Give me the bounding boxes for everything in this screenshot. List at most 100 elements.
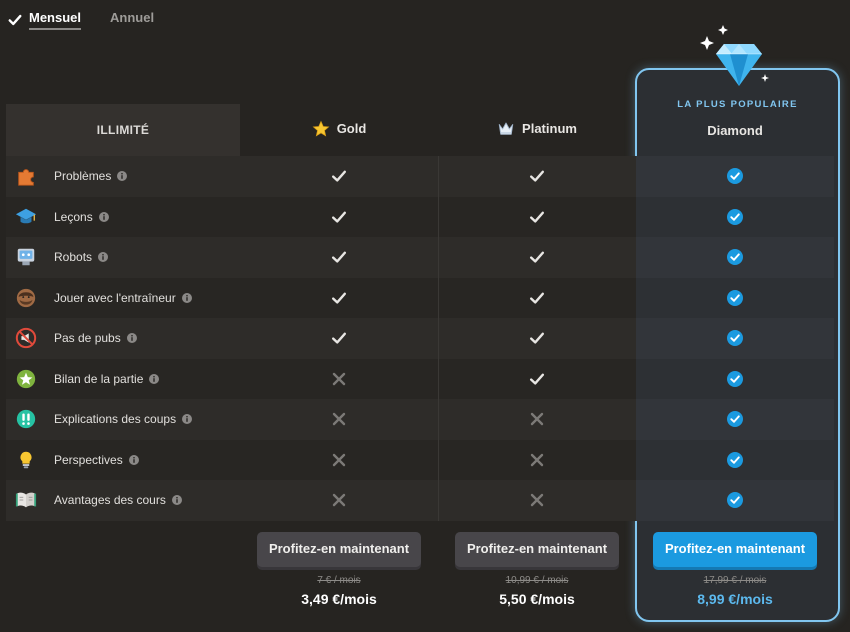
info-icon[interactable]	[181, 292, 192, 303]
price-row-spacer	[6, 521, 240, 607]
feature-row: Avantages des cours	[6, 480, 834, 521]
check-circle-icon	[727, 168, 743, 185]
info-icon[interactable]	[128, 454, 139, 465]
old-price-diamond: 17,99 € / mois	[703, 574, 767, 586]
info-icon[interactable]	[98, 211, 109, 222]
feature-row: Pas de pubs	[6, 318, 834, 359]
info-icon[interactable]	[117, 171, 128, 182]
buy-diamond-button[interactable]: Profitez-en maintenant	[653, 531, 817, 567]
check-circle-icon	[727, 492, 743, 509]
billing-toggle: Mensuel Annuel	[8, 10, 154, 30]
info-icon[interactable]	[149, 373, 160, 384]
book-icon	[15, 492, 37, 508]
table-header-label: ILLIMITÉ	[6, 104, 240, 156]
monthly-toggle[interactable]: Mensuel	[29, 10, 82, 30]
feature-diamond-cell	[636, 480, 834, 521]
check-icon	[530, 373, 545, 385]
check-circle-icon	[727, 249, 743, 266]
buy-gold-button[interactable]: Profitez-en maintenant	[257, 531, 421, 567]
diamond-gem-icon	[700, 25, 769, 86]
feature-row: Perspectives	[6, 439, 834, 480]
feature-row: Explications des coups	[6, 399, 834, 440]
double-exclamation-icon	[16, 410, 36, 429]
feature-gold-cell	[240, 480, 438, 521]
robot-icon	[17, 249, 35, 266]
feature-row: Bilan de la partie	[6, 358, 834, 399]
feature-row: Jouer avec l'entraîneur	[6, 277, 834, 318]
feature-diamond-cell	[636, 439, 834, 480]
feature-platinum-cell	[437, 318, 636, 359]
check-icon	[530, 170, 545, 182]
price-gold: 3,49 €/mois	[301, 590, 377, 607]
info-icon[interactable]	[171, 495, 182, 506]
feature-name: Avantages des cours	[54, 493, 166, 508]
plan-name-gold: Gold	[336, 121, 367, 136]
plan-header-gold: Gold	[240, 104, 438, 156]
plan-header-diamond: Diamond	[636, 104, 834, 156]
buy-platinum-button[interactable]: Profitez-en maintenant	[455, 531, 619, 567]
feature-cell: Robots	[6, 237, 240, 278]
info-icon[interactable]	[126, 333, 137, 344]
check-circle-icon	[727, 289, 743, 306]
feature-name: Problèmes	[54, 169, 112, 184]
feature-diamond-cell	[636, 156, 834, 197]
check-icon	[8, 14, 22, 26]
feature-gold-cell	[240, 156, 438, 197]
cross-icon	[531, 413, 544, 426]
check-icon	[331, 211, 346, 223]
cross-icon	[332, 372, 345, 385]
feature-platinum-cell	[437, 237, 636, 278]
cross-icon	[332, 453, 345, 466]
feature-name: Perspectives	[54, 452, 123, 467]
feature-gold-cell	[240, 277, 438, 318]
price-cell-diamond: Profitez-en maintenant 17,99 € / mois 8,…	[636, 521, 834, 607]
no-ads-icon	[15, 328, 37, 349]
price-cell-platinum: Profitez-en maintenant 10,99 € / mois 5,…	[438, 521, 636, 607]
info-icon[interactable]	[98, 252, 109, 263]
feature-gold-cell	[240, 237, 438, 278]
feature-cell: Avantages des cours	[6, 480, 240, 521]
puzzle-icon	[18, 169, 34, 186]
feature-cell: Leçons	[6, 196, 240, 237]
check-icon	[331, 251, 346, 263]
pricing-comparison-table: ILLIMITÉ Gold Platinum Diamond Problèmes…	[6, 104, 834, 607]
feature-platinum-cell	[437, 277, 636, 318]
feature-gold-cell	[240, 439, 438, 480]
feature-platinum-cell	[437, 156, 636, 197]
cross-icon	[531, 453, 544, 466]
price-diamond: 8,99 €/mois	[697, 590, 773, 607]
feature-cell: Explications des coups	[6, 399, 240, 440]
feature-diamond-cell	[636, 399, 834, 440]
feature-name: Explications des coups	[54, 412, 177, 427]
feature-platinum-cell	[437, 196, 636, 237]
cross-icon	[531, 494, 544, 507]
feature-diamond-cell	[636, 318, 834, 359]
feature-row: Leçons	[6, 196, 834, 237]
feature-gold-cell	[240, 196, 438, 237]
feature-platinum-cell	[437, 399, 636, 440]
price-platinum: 5,50 €/mois	[499, 590, 575, 607]
coach-icon	[16, 288, 36, 307]
feature-name: Pas de pubs	[54, 331, 121, 346]
feature-name: Bilan de la partie	[54, 371, 144, 386]
feature-cell: Bilan de la partie	[6, 358, 240, 399]
crown-icon	[498, 122, 514, 135]
check-circle-icon	[727, 370, 743, 387]
plan-name-platinum: Platinum	[522, 121, 577, 136]
feature-row: Problèmes	[6, 156, 834, 197]
feature-platinum-cell	[437, 439, 636, 480]
feature-name: Jouer avec l'entraîneur	[54, 290, 176, 305]
feature-gold-cell	[240, 358, 438, 399]
feature-gold-cell	[240, 318, 438, 359]
check-circle-icon	[727, 411, 743, 428]
cross-icon	[332, 413, 345, 426]
check-circle-icon	[727, 451, 743, 468]
annual-toggle[interactable]: Annuel	[110, 10, 154, 30]
check-icon	[530, 332, 545, 344]
check-circle-icon	[727, 330, 743, 347]
game-review-star-icon	[16, 369, 36, 388]
feature-name: Leçons	[54, 209, 93, 224]
check-icon	[331, 292, 346, 304]
info-icon[interactable]	[182, 414, 193, 425]
old-price-platinum: 10,99 € / mois	[505, 574, 569, 586]
